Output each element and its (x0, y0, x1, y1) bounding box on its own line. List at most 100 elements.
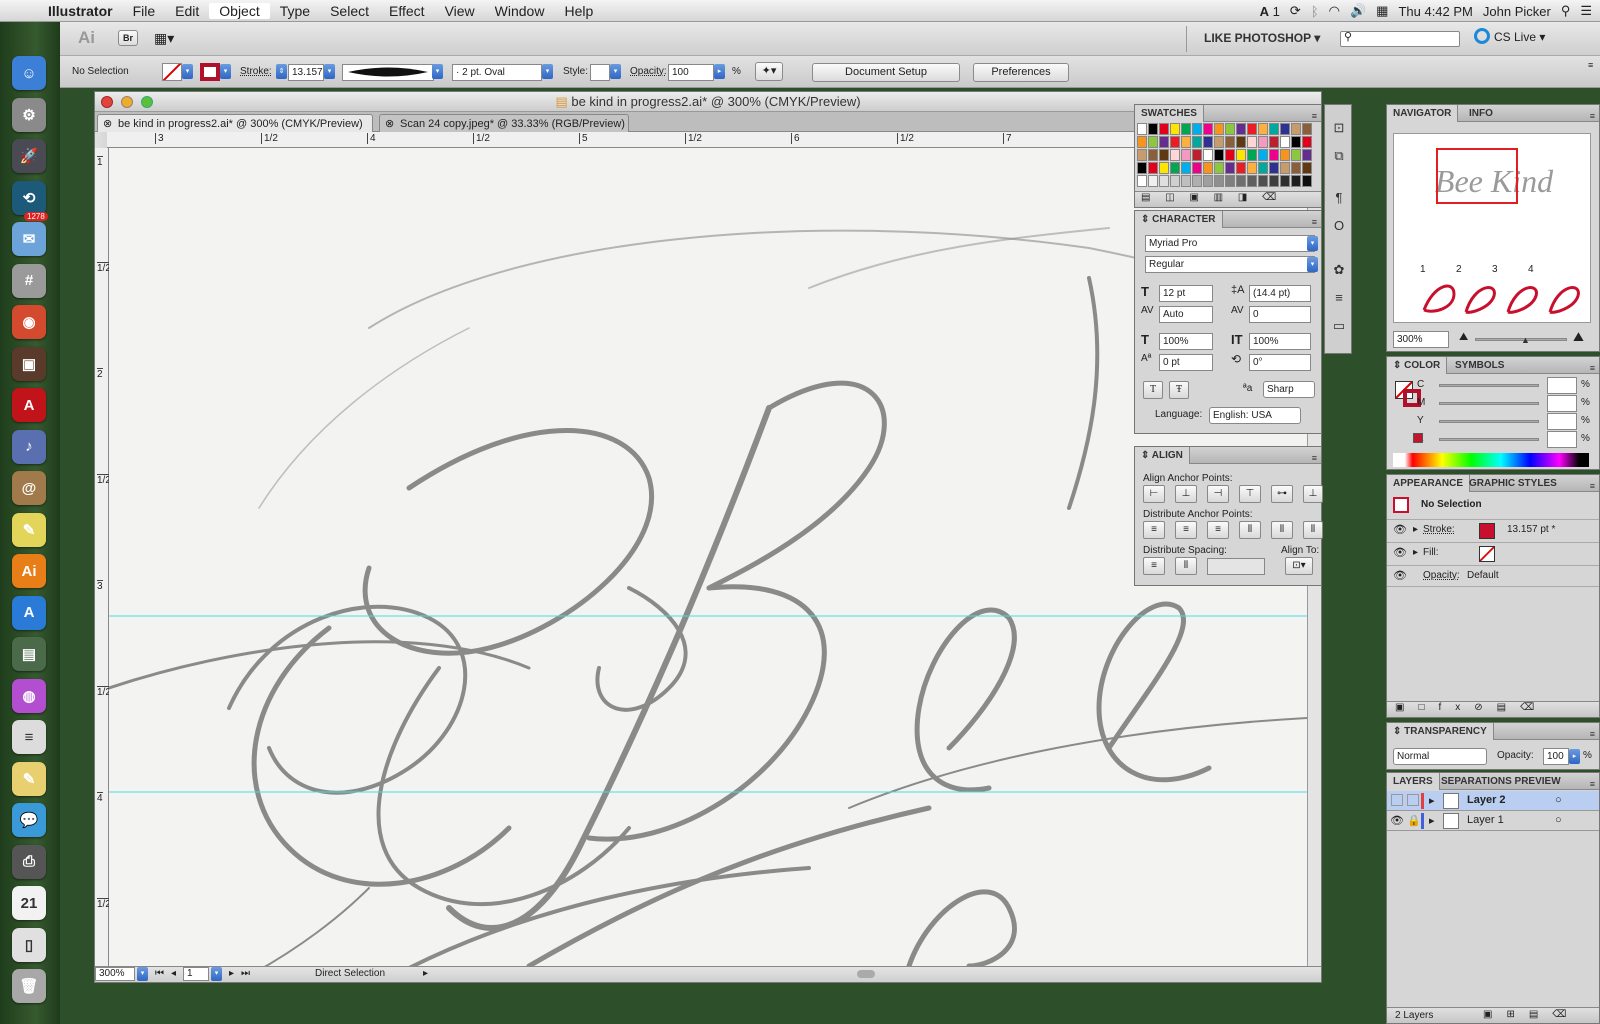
color-swatch[interactable] (1148, 123, 1158, 135)
color-swatch[interactable] (1170, 136, 1180, 148)
control-bar-menu-icon[interactable]: ≡ (1588, 60, 1593, 70)
kerning-field[interactable]: Auto (1159, 306, 1213, 323)
cyan-field[interactable] (1547, 377, 1577, 394)
minimize-window-icon[interactable] (121, 96, 133, 108)
horizontal-scale-field[interactable]: 100% (1249, 333, 1311, 350)
color-swatch[interactable] (1137, 136, 1147, 148)
stroke-stepper[interactable]: ⇕ (276, 64, 287, 79)
zoom-slider-thumb[interactable]: ▲ (1521, 335, 1530, 345)
magenta-field[interactable] (1547, 395, 1577, 412)
color-swatch[interactable] (1181, 123, 1191, 135)
brush-dropdown[interactable]: ▾ (542, 64, 553, 79)
notification-list-icon[interactable]: ☰ (1580, 3, 1592, 19)
color-swatch[interactable] (1302, 175, 1312, 187)
opacity-field[interactable]: 100 (668, 64, 714, 81)
width-profile-dropdown[interactable]: ▾ (432, 64, 443, 79)
last-artboard-icon[interactable]: ⏭ (241, 968, 250, 979)
brushes-panel-icon[interactable]: ✿ (1330, 261, 1348, 278)
sync-icon[interactable]: ⟳ (1290, 3, 1301, 19)
printer-icon[interactable]: ⎙ (12, 844, 46, 879)
spotlight-icon[interactable]: ⚲ (1561, 3, 1571, 19)
distribute-bottom-button[interactable]: ≡ (1207, 521, 1229, 539)
trash-icon[interactable]: 🗑 (12, 969, 46, 1003)
zoom-dropdown[interactable]: ▾ (137, 967, 148, 981)
magenta-slider[interactable] (1439, 402, 1539, 405)
recolor-artwork-button[interactable]: ✦▾ (755, 62, 783, 81)
photo-booth-icon[interactable]: ▣ (12, 346, 46, 381)
distribute-top-button[interactable]: ≡ (1143, 521, 1165, 539)
variable-width-profile[interactable] (342, 64, 434, 81)
out-of-gamut-swatch[interactable] (1413, 433, 1423, 443)
align-right-button[interactable]: ⊣ (1207, 485, 1229, 503)
previous-artboard-icon[interactable]: ◂ (171, 968, 176, 979)
tab-scan-24[interactable]: ⊗ Scan 24 copy.jpeg* @ 33.33% (RGB/Previ… (379, 114, 629, 132)
opacity-dropdown[interactable]: ▸ (714, 64, 725, 79)
fill-row-swatch[interactable] (1479, 546, 1495, 562)
color-swatch[interactable] (1137, 149, 1147, 161)
language-select[interactable]: English: USA (1209, 407, 1301, 424)
menu-edit[interactable]: Edit (165, 3, 209, 19)
color-swatch[interactable] (1159, 175, 1169, 187)
separations-preview-tab[interactable]: SEPARATIONS PREVIEW (1435, 773, 1567, 790)
color-swatch[interactable] (1203, 175, 1213, 187)
color-swatch[interactable] (1170, 175, 1180, 187)
first-artboard-icon[interactable]: ⏮ (155, 968, 164, 979)
color-swatch[interactable] (1170, 149, 1180, 161)
navigator-tab[interactable]: NAVIGATOR (1387, 105, 1459, 122)
zoom-in-icon[interactable]: ⛰ (1573, 329, 1584, 345)
color-swatch[interactable] (1203, 123, 1213, 135)
appearance-fill-row[interactable]: 👁 ▸ Fill: (1387, 542, 1599, 564)
align-to-select[interactable]: ⊡▾ (1285, 557, 1313, 575)
font-family-field[interactable]: Myriad Pro (1145, 235, 1315, 252)
fill-swatch[interactable] (162, 63, 182, 81)
color-swatch[interactable] (1170, 162, 1180, 174)
color-swatch[interactable] (1192, 162, 1202, 174)
yellow-slider[interactable] (1439, 420, 1539, 423)
color-swatch[interactable] (1247, 162, 1257, 174)
transparency-tab[interactable]: ⇕ TRANSPARENCY (1387, 723, 1494, 740)
transparency-opacity-dropdown[interactable]: ▸ (1569, 749, 1580, 764)
stroke-row-swatch[interactable] (1479, 523, 1495, 539)
appearance-opacity-row[interactable]: 👁 Opacity: Default (1387, 565, 1599, 587)
volume-icon[interactable]: 🔊 (1350, 3, 1366, 19)
input-source-icon[interactable]: A 1 (1260, 4, 1280, 19)
navigator-zoom-field[interactable]: 300% (1393, 331, 1449, 348)
yellow-field[interactable] (1547, 413, 1577, 430)
app-store-icon[interactable]: A (12, 595, 46, 630)
view-box[interactable] (1436, 148, 1518, 204)
menu-help[interactable]: Help (554, 3, 603, 19)
color-swatch[interactable] (1214, 149, 1224, 161)
font-style-field[interactable]: Regular (1145, 256, 1315, 273)
textedit-icon[interactable]: ≡ (12, 720, 46, 754)
color-swatch[interactable] (1225, 162, 1235, 174)
tab-close-icon[interactable]: ⊗ (103, 115, 112, 133)
align-vcenter-button[interactable]: ⊶ (1271, 485, 1293, 503)
stroke-row-label[interactable]: Stroke: (1423, 524, 1455, 535)
brush-definition[interactable]: · 2 pt. Oval (452, 64, 542, 81)
zoom-out-icon[interactable]: ⛰ (1459, 331, 1468, 344)
stroke-panel-icon[interactable]: ≡ (1330, 289, 1348, 306)
illustrator-icon[interactable]: Ai (12, 554, 46, 588)
artboard-dropdown[interactable]: ▾ (211, 967, 222, 981)
color-swatch[interactable] (1236, 136, 1246, 148)
color-swatch[interactable] (1247, 136, 1257, 148)
chrome-icon[interactable]: ◉ (12, 305, 46, 339)
close-window-icon[interactable] (101, 96, 113, 108)
clock[interactable]: Thu 4:42 PM (1398, 4, 1472, 19)
color-swatch[interactable] (1236, 123, 1246, 135)
expand-triangle-icon[interactable]: ▸ (1429, 794, 1435, 807)
align-left-button[interactable]: ⊢ (1143, 485, 1165, 503)
menu-object[interactable]: Object (209, 2, 270, 19)
menu-view[interactable]: View (435, 3, 485, 19)
acrobat-icon[interactable]: A (12, 388, 46, 422)
stroke-dropdown[interactable]: ▾ (220, 64, 231, 79)
transparency-menu-icon[interactable]: ≡ (1590, 726, 1595, 743)
color-swatch[interactable] (1291, 149, 1301, 161)
align-bottom-button[interactable]: ⊥ (1303, 485, 1323, 503)
layers-footer-icons[interactable]: ▣⊞▤⌫ (1483, 1009, 1580, 1020)
color-swatch[interactable] (1159, 136, 1169, 148)
color-swatch[interactable] (1214, 162, 1224, 174)
color-swatch[interactable] (1225, 149, 1235, 161)
swatches-tab[interactable]: SWATCHES (1135, 105, 1204, 122)
layer-lock-icon[interactable]: 🔒 (1407, 814, 1421, 827)
